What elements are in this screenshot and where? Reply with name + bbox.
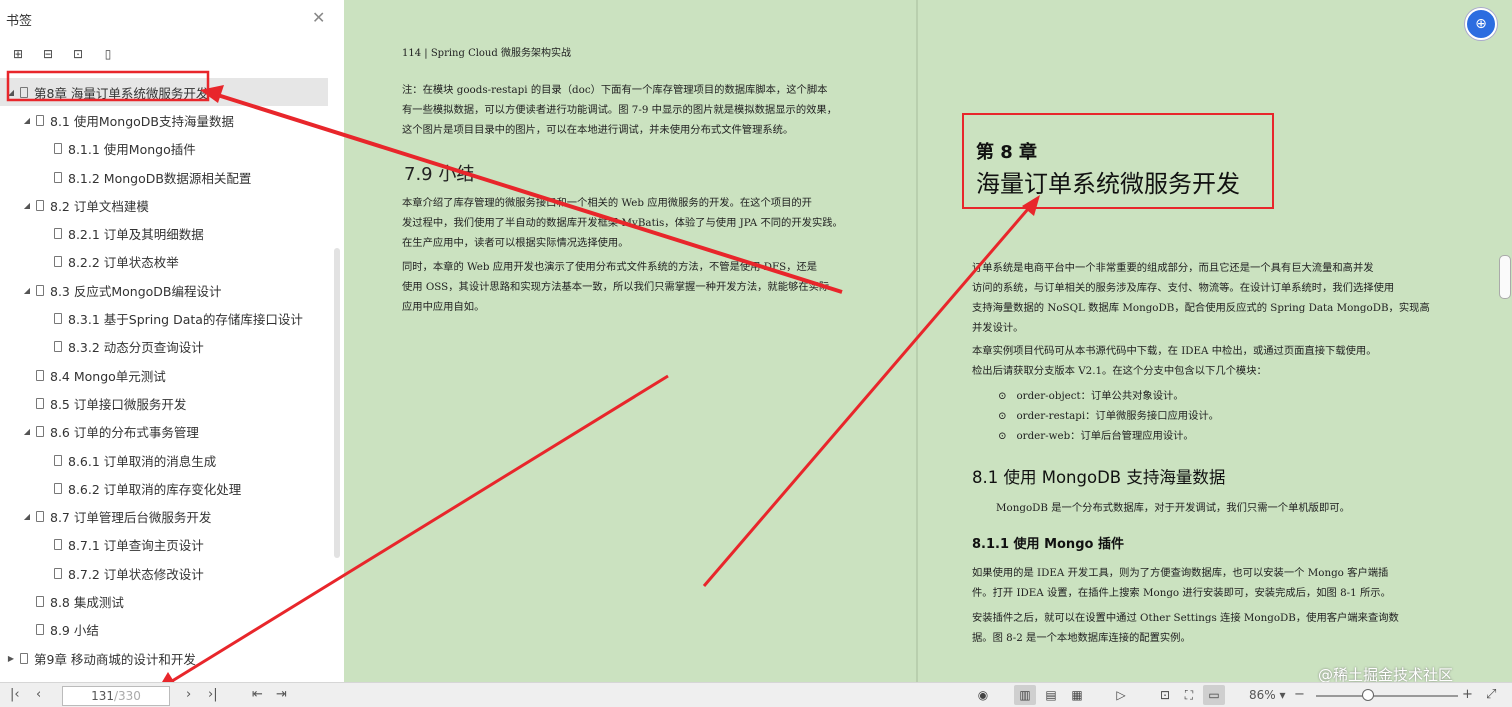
total-pages: /330 (113, 689, 141, 703)
annotation-arrow (702, 201, 1036, 587)
zoom-value: 86% (1249, 688, 1276, 702)
next-page-icon[interactable]: › (186, 687, 191, 702)
fit-page-icon[interactable]: ⛶ (1178, 685, 1200, 705)
last-page-icon[interactable]: ›| (208, 687, 218, 702)
single-page-icon[interactable]: ▥ (1014, 685, 1036, 705)
zoom-out-icon[interactable]: − (1294, 687, 1305, 702)
annotation-arrow (163, 374, 669, 688)
prev-page-icon[interactable]: ‹ (36, 687, 41, 702)
first-page-icon[interactable]: |‹ (10, 687, 20, 702)
forward-icon[interactable]: ⇥ (276, 687, 287, 702)
status-bar: |‹ ‹ 131/330 › ›| ⇤ ⇥ ◉ ▥ ▤ ▦ ▷ ⊡ ⛶ ▭ 86… (0, 682, 1512, 707)
eye-protection-icon[interactable]: ◉ (972, 685, 994, 705)
double-page-icon[interactable]: ▦ (1066, 685, 1088, 705)
back-icon[interactable]: ⇤ (252, 687, 263, 702)
annotation-overlay (6, 70, 1040, 692)
zoom-in-icon[interactable]: + (1462, 687, 1473, 702)
continuous-page-icon[interactable]: ▤ (1040, 685, 1062, 705)
zoom-slider-knob[interactable] (1362, 689, 1375, 701)
fit-width-icon[interactable]: ▭ (1203, 685, 1225, 705)
zoom-slider[interactable] (1316, 695, 1458, 697)
zoom-level[interactable]: 86% ▾ (1249, 688, 1286, 702)
current-page: 131 (91, 689, 114, 703)
annotation-arrow (207, 90, 843, 294)
play-icon[interactable]: ▷ (1110, 685, 1132, 705)
page-number-input[interactable]: 131/330 (62, 686, 170, 706)
actual-size-icon[interactable]: ⊡ (1154, 685, 1176, 705)
annotation-box (6, 70, 210, 102)
fullscreen-icon[interactable]: ⤢ (1486, 687, 1496, 702)
